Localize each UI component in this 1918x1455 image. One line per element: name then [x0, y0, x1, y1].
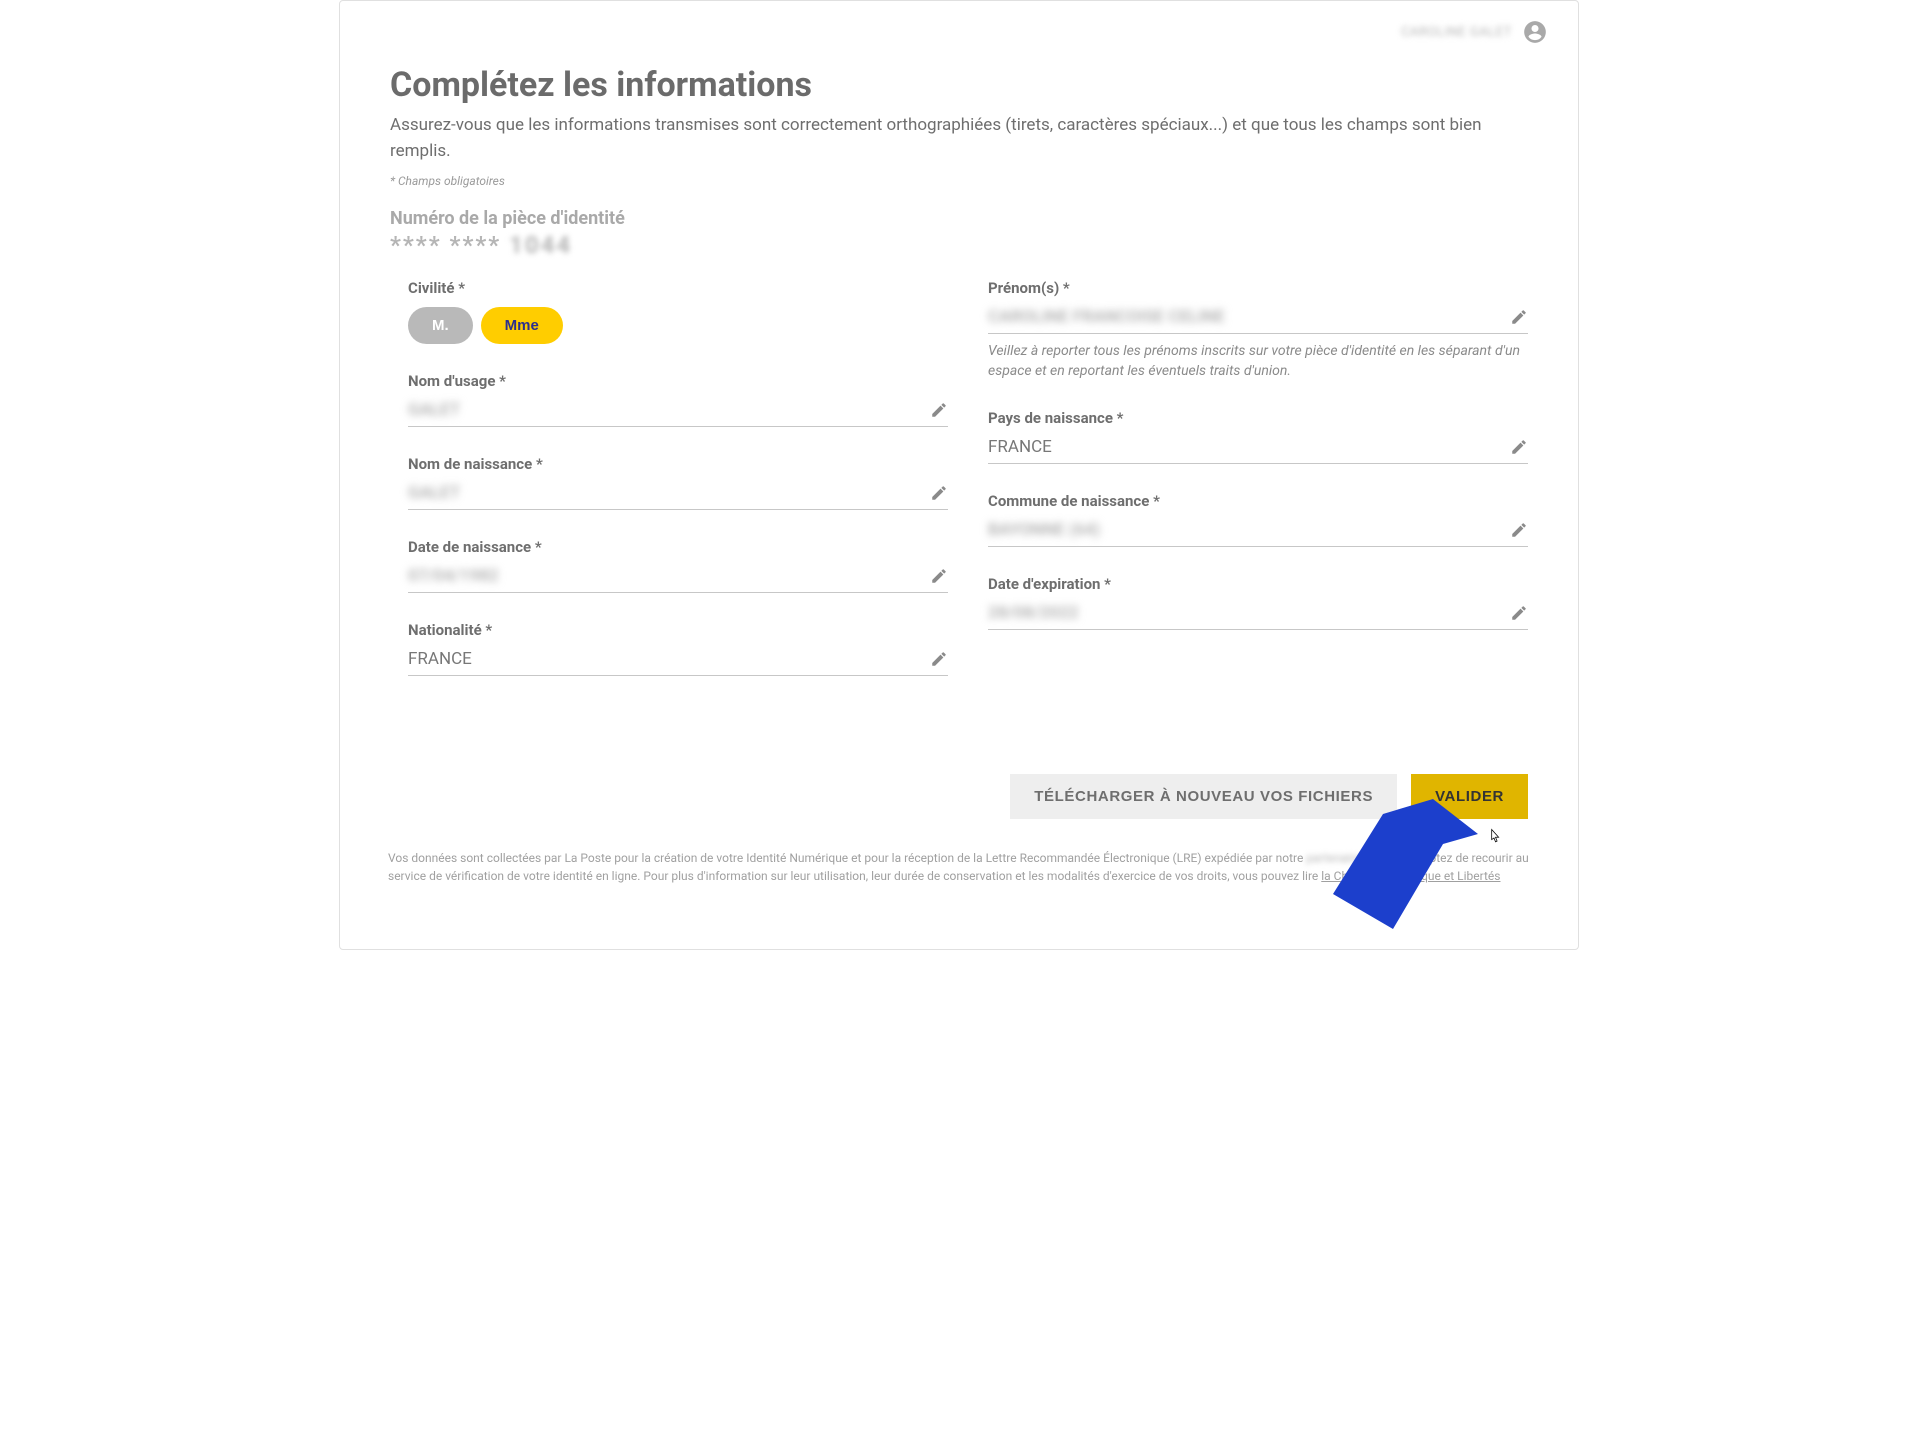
legal-text: Vos données sont collectées par La Poste… — [340, 829, 1578, 893]
reupload-button[interactable]: TÉLÉCHARGER À NOUVEAU VOS FICHIERS — [1010, 774, 1397, 819]
required-note: * Champs obligatoires — [390, 174, 1528, 188]
birth-country-input[interactable]: FRANCE — [988, 437, 1510, 457]
pencil-icon[interactable] — [1510, 438, 1528, 456]
header-user-name: CAROLINE GALET — [1401, 25, 1512, 40]
birth-name-label: Nom de naissance * — [408, 455, 948, 473]
birth-commune-field: Commune de naissance * BAYONNE (64) — [988, 492, 1528, 547]
birth-name-input[interactable]: GALET — [408, 483, 930, 503]
birth-commune-label: Commune de naissance * — [988, 492, 1528, 510]
pencil-icon[interactable] — [930, 484, 948, 502]
birth-date-field: Date de naissance * 07/04/1982 — [408, 538, 948, 593]
nationality-input[interactable]: FRANCE — [408, 649, 930, 669]
pencil-icon[interactable] — [1510, 604, 1528, 622]
birth-date-input[interactable]: 07/04/1982 — [408, 566, 930, 586]
header-bar: CAROLINE GALET — [340, 1, 1578, 55]
pencil-icon[interactable] — [930, 567, 948, 585]
usage-name-field: Nom d'usage * GALET — [408, 372, 948, 427]
pencil-icon[interactable] — [1510, 308, 1528, 326]
nationality-field: Nationalité * FRANCE — [408, 621, 948, 676]
validate-button[interactable]: VALIDER — [1411, 774, 1528, 819]
civility-field: Civilité * M. Mme — [408, 279, 948, 344]
first-names-input[interactable]: CAROLINE FRANCOISE CELINE — [988, 307, 1510, 327]
id-number-value: **** **** 1044 — [390, 231, 1528, 259]
expiry-date-input[interactable]: 28/08/2022 — [988, 603, 1510, 623]
usage-name-input[interactable]: GALET — [408, 400, 930, 420]
page-title: Complétez les informations — [390, 65, 1528, 105]
birth-name-field: Nom de naissance * GALET — [408, 455, 948, 510]
expiry-date-field: Date d'expiration * 28/08/2022 — [988, 575, 1528, 630]
action-button-row: TÉLÉCHARGER À NOUVEAU VOS FICHIERS VALID… — [340, 744, 1578, 829]
pencil-icon[interactable] — [1510, 521, 1528, 539]
id-number-label: Numéro de la pièce d'identité — [390, 208, 1528, 229]
birth-country-field: Pays de naissance * FRANCE — [988, 409, 1528, 464]
pencil-icon[interactable] — [930, 650, 948, 668]
first-names-hint: Veillez à reporter tous les prénoms insc… — [988, 342, 1528, 381]
legal-charter-link[interactable]: la Charte Informatique et Libertés — [1321, 869, 1500, 883]
page-subtitle: Assurez-vous que les informations transm… — [390, 113, 1528, 164]
usage-name-label: Nom d'usage * — [408, 372, 948, 390]
birth-date-label: Date de naissance * — [408, 538, 948, 556]
expiry-date-label: Date d'expiration * — [988, 575, 1528, 593]
first-names-label: Prénom(s) * — [988, 279, 1528, 297]
civility-m-button[interactable]: M. — [408, 307, 473, 344]
pencil-icon[interactable] — [930, 401, 948, 419]
birth-country-label: Pays de naissance * — [988, 409, 1528, 427]
civility-label: Civilité * — [408, 279, 948, 297]
first-names-field: Prénom(s) * CAROLINE FRANCOISE CELINE Ve… — [988, 279, 1528, 381]
nationality-label: Nationalité * — [408, 621, 948, 639]
civility-mme-button[interactable]: Mme — [481, 307, 563, 344]
avatar-icon[interactable] — [1522, 19, 1548, 45]
birth-commune-input[interactable]: BAYONNE (64) — [988, 520, 1510, 540]
